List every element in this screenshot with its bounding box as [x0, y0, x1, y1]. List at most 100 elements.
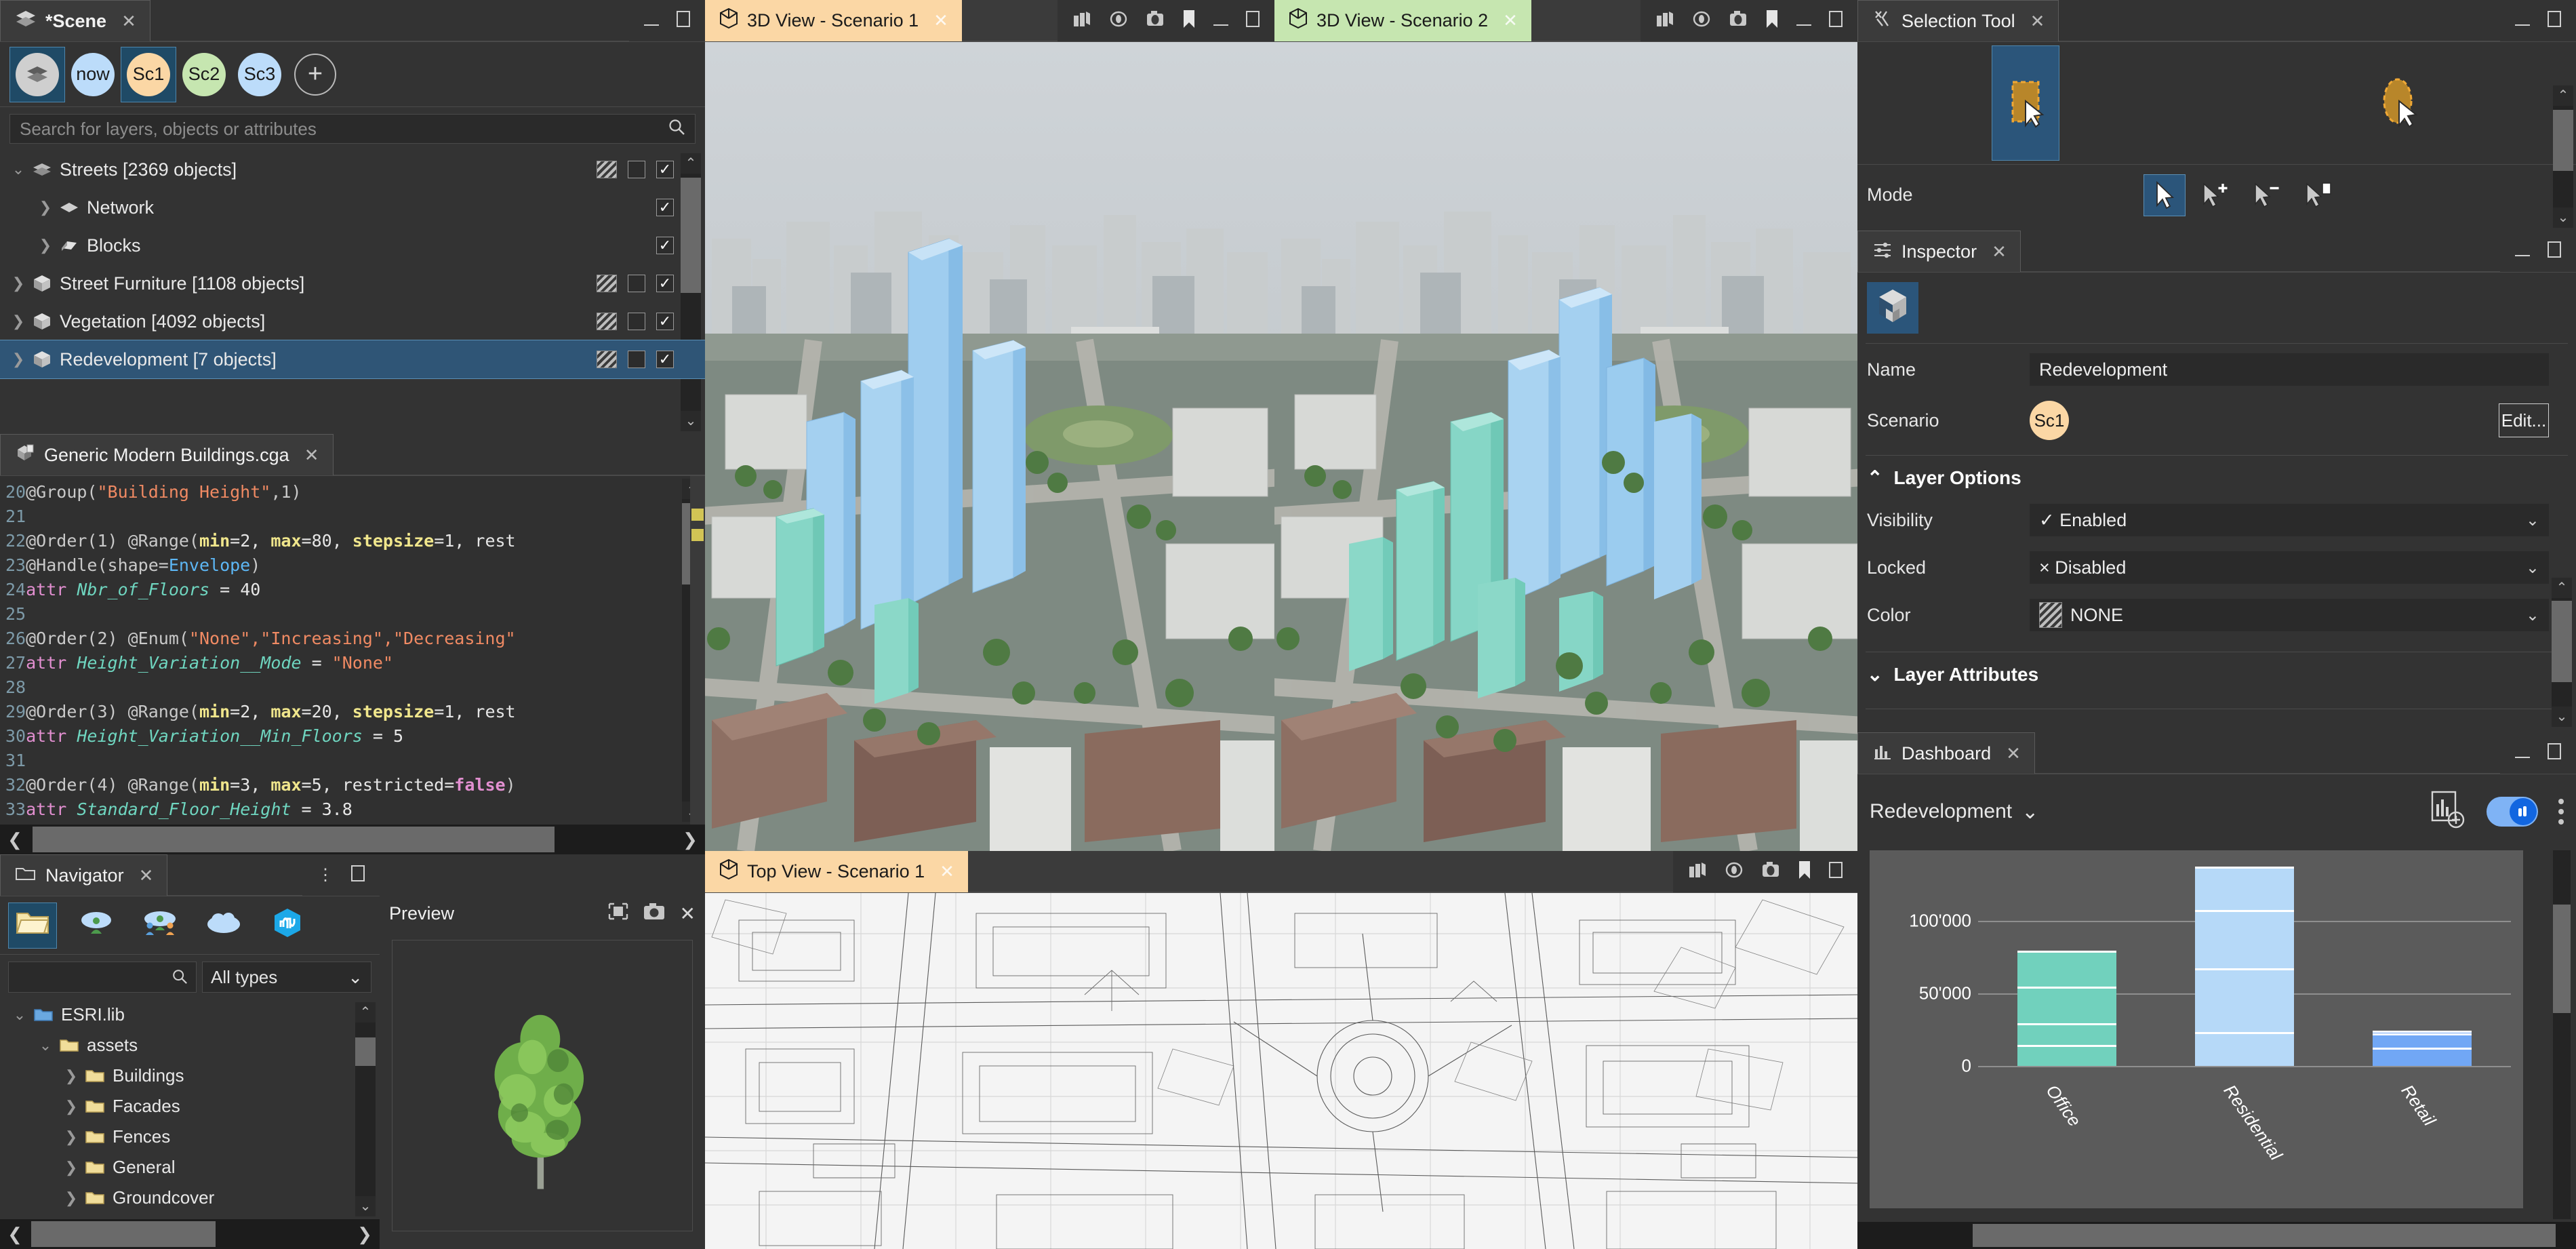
- navigator-row[interactable]: ❯ General: [0, 1152, 380, 1183]
- dashboard-chart[interactable]: 100'000 50'000 0 Office Residential Retail: [1870, 850, 2523, 1208]
- maximize-button[interactable]: [1829, 11, 1843, 31]
- layer-row[interactable]: ⌄ Streets [2369 objects] ✓: [0, 151, 705, 189]
- select-replace-button[interactable]: [2143, 174, 2186, 216]
- bar-residential[interactable]: [2194, 866, 2295, 1066]
- seltool-scrollbar[interactable]: ⌃ ⌄: [2553, 85, 2573, 228]
- maximize-button[interactable]: [1246, 11, 1260, 31]
- option-dropdown[interactable]: NONE ⌄: [2030, 599, 2549, 631]
- fit-view-icon[interactable]: [608, 903, 628, 925]
- scroll-left-icon[interactable]: ❮: [0, 1224, 30, 1245]
- layer-solo-checkbox[interactable]: [628, 313, 645, 330]
- close-icon[interactable]: ✕: [1992, 241, 2007, 262]
- layer-tree[interactable]: ⌃ ⌄ ⌄ Streets [2369 objects] ✓ ❯ Network ✓ ❯ Bl…: [0, 151, 705, 434]
- maximize-button[interactable]: [677, 11, 690, 31]
- layers-icon[interactable]: [1655, 10, 1674, 31]
- live-data-toggle[interactable]: [2487, 797, 2538, 827]
- chevron-right-icon[interactable]: ❯: [60, 1067, 83, 1085]
- chevron-right-icon[interactable]: ❯: [34, 237, 57, 254]
- tab-navigator[interactable]: Navigator ✕: [0, 854, 168, 896]
- scroll-right-icon[interactable]: ❯: [675, 829, 705, 850]
- maximize-button[interactable]: [351, 865, 365, 885]
- navigator-row[interactable]: ❯ Facades: [0, 1091, 380, 1122]
- source-shared-content[interactable]: [136, 903, 184, 949]
- navigator-search-input[interactable]: [9, 962, 159, 992]
- layer-color-swatch[interactable]: [597, 351, 617, 368]
- view-menu-button[interactable]: ⋮: [317, 867, 334, 884]
- viewport2-canvas[interactable]: [1274, 42, 1857, 851]
- layer-color-swatch[interactable]: [597, 313, 617, 330]
- chevron-down-icon[interactable]: ⌄: [34, 1037, 57, 1054]
- close-icon[interactable]: ✕: [2006, 743, 2021, 764]
- chevron-down-icon[interactable]: ⌄: [7, 161, 30, 178]
- search-input-wrap[interactable]: [9, 114, 696, 144]
- camera-icon[interactable]: [643, 903, 665, 925]
- navigator-row[interactable]: ❯ Groundcover: [0, 1183, 380, 1213]
- scroll-down-icon[interactable]: ⌄: [2552, 707, 2572, 727]
- tab-scene[interactable]: *Scene ✕: [0, 0, 150, 41]
- layer-solo-checkbox[interactable]: [628, 161, 645, 178]
- tab-cga-file[interactable]: Generic Modern Buildings.cga ✕: [0, 434, 334, 475]
- viewport3-canvas[interactable]: [705, 893, 1857, 1249]
- scenario-chip-sc2[interactable]: Sc2: [176, 47, 232, 102]
- bookmark-icon[interactable]: [1798, 860, 1811, 883]
- layer-color-swatch[interactable]: [597, 161, 617, 178]
- camera-icon[interactable]: [1761, 861, 1780, 882]
- scroll-down-icon[interactable]: ⌄: [681, 411, 701, 431]
- maximize-button[interactable]: [2548, 241, 2561, 261]
- camera-icon[interactable]: [1729, 10, 1748, 31]
- layer-row[interactable]: ❯ Vegetation [4092 objects] ✓: [0, 302, 705, 340]
- navigator-row[interactable]: ⌄ assets: [0, 1030, 380, 1060]
- close-icon[interactable]: ✕: [940, 861, 954, 882]
- layer-solo-checkbox[interactable]: [628, 275, 645, 292]
- source-my-content[interactable]: [72, 903, 121, 949]
- scenario-chip-sc1[interactable]: Sc1: [121, 46, 176, 102]
- layer-visibility-checkbox[interactable]: ✓: [656, 161, 674, 178]
- layer-row[interactable]: ❯ Network ✓: [0, 189, 705, 226]
- code-hscrollbar[interactable]: ❮ ❯: [0, 825, 705, 854]
- dashboard-layer-select[interactable]: Redevelopment ⌄: [1870, 800, 2038, 824]
- source-esri-datastore[interactable]: [263, 903, 312, 949]
- minimize-button[interactable]: [644, 13, 659, 29]
- eye-icon[interactable]: [1109, 10, 1128, 31]
- more-options-button[interactable]: [2558, 799, 2564, 825]
- navigator-row[interactable]: ⌄ ESRI.lib: [0, 999, 380, 1030]
- rectangle-select-button[interactable]: [1992, 45, 2059, 161]
- tab-top-view-scenario-1[interactable]: Top View - Scenario 1 ✕: [705, 851, 968, 892]
- eye-icon[interactable]: [1725, 861, 1744, 882]
- navigator-tree[interactable]: ⌃ ⌄ ⌄ ESRI.lib ⌄ assets ❯ Buildings ❯ Facades ❯ F…: [0, 999, 380, 1219]
- close-icon[interactable]: ✕: [2030, 11, 2045, 32]
- name-field[interactable]: Redevelopment: [2030, 353, 2549, 386]
- minimize-button[interactable]: [2515, 745, 2530, 761]
- eye-icon[interactable]: [1692, 10, 1711, 31]
- minimize-button[interactable]: [2515, 13, 2530, 29]
- dashboard-hscrollbar[interactable]: [1857, 1222, 2576, 1249]
- add-chart-button[interactable]: [2430, 791, 2466, 833]
- maximize-button[interactable]: [2548, 743, 2561, 763]
- layers-icon[interactable]: [1688, 861, 1707, 882]
- chevron-right-icon[interactable]: ❯: [7, 351, 30, 368]
- chevron-right-icon[interactable]: ❯: [60, 1098, 83, 1115]
- navigator-hscrollbar[interactable]: ❮ ❯: [0, 1219, 380, 1249]
- add-scenario-button[interactable]: +: [287, 47, 343, 102]
- layer-attributes-header[interactable]: ⌄ Layer Attributes: [1857, 652, 2576, 691]
- navigator-row[interactable]: ❯ Buildings: [0, 1060, 380, 1091]
- scenario-chip-now[interactable]: now: [65, 47, 121, 102]
- viewport1-canvas[interactable]: [705, 42, 1274, 851]
- dashboard-vscrollbar[interactable]: [2553, 850, 2571, 1219]
- source-public-cloud[interactable]: [199, 903, 248, 949]
- scenario-chip-all[interactable]: [9, 46, 65, 102]
- chevron-right-icon[interactable]: ❯: [60, 1159, 83, 1176]
- lasso-select-button[interactable]: [2366, 45, 2434, 161]
- tab-selection-tool[interactable]: Selection Tool ✕: [1857, 0, 2059, 41]
- source-local-folder[interactable]: [8, 902, 57, 949]
- type-filter-select[interactable]: All types ⌄: [202, 961, 371, 993]
- scroll-down-icon[interactable]: ⌄: [355, 1196, 376, 1216]
- layer-row[interactable]: ❯ Street Furniture [1108 objects] ✓: [0, 264, 705, 302]
- tab-3d-view-scenario-2[interactable]: 3D View - Scenario 2 ✕: [1274, 0, 1531, 41]
- select-subtract-button[interactable]: [2247, 174, 2289, 216]
- inspector-scrollbar[interactable]: ⌃ ⌄: [2552, 578, 2572, 727]
- cga-code-area[interactable]: ⌃ ⌄ 20@Group("Building Height",1)2122@Or…: [0, 476, 705, 825]
- scroll-up-icon[interactable]: ⌃: [2552, 578, 2572, 598]
- chevron-right-icon[interactable]: ❯: [7, 313, 30, 330]
- chevron-right-icon[interactable]: ❯: [34, 199, 57, 216]
